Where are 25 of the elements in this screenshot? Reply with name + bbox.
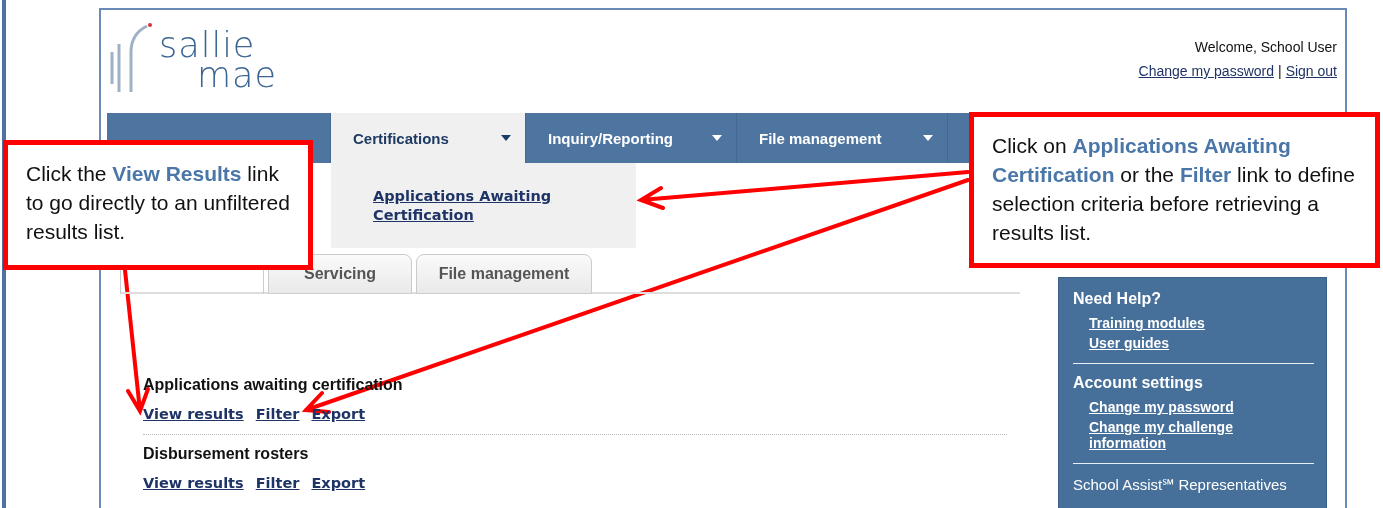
sidebar-note: School Assist℠ Representatives [1073,475,1288,494]
sidebar-link[interactable]: Training modules [1089,315,1259,331]
sidebar-title: Account settings [1073,374,1204,392]
section-link[interactable]: Export [311,475,366,491]
annotation-tooltip: Click the View Results link to go directly to an unfiltered results list. [3,140,313,270]
section-link[interactable]: Export [311,406,366,422]
nav-tab[interactable]: Certifications [331,113,526,163]
section-link[interactable]: Filter [255,475,300,491]
welcome-text: Welcome, School User [1194,39,1337,55]
logo-text: sallie mae [159,24,278,90]
logo-mark-icon [109,22,153,92]
section-link[interactable]: Filter [255,406,300,422]
sidebar-link[interactable]: Change my password [1089,399,1259,415]
link-separator: | [1278,63,1282,79]
section-title: Disbursement rosters [143,445,310,463]
change-password-link[interactable]: Change my password [1138,63,1274,79]
annotation-tooltip: Click on Applications Awaiting Certification or the Filter link to define selection criteria before retrieving a results list. [969,112,1380,268]
section-link[interactable]: View results [143,406,244,422]
section-link[interactable]: View results [143,475,244,491]
sign-out-link[interactable]: Sign out [1285,63,1337,79]
menu-link[interactable]: Applications Awaiting Certification [373,187,553,225]
sidebar-link[interactable]: User guides [1089,335,1259,351]
sub-tab[interactable]: File management [416,254,592,294]
sidebar-link[interactable]: Change my challenge information [1089,419,1259,451]
sidebar-title: Need Help? [1073,290,1162,308]
